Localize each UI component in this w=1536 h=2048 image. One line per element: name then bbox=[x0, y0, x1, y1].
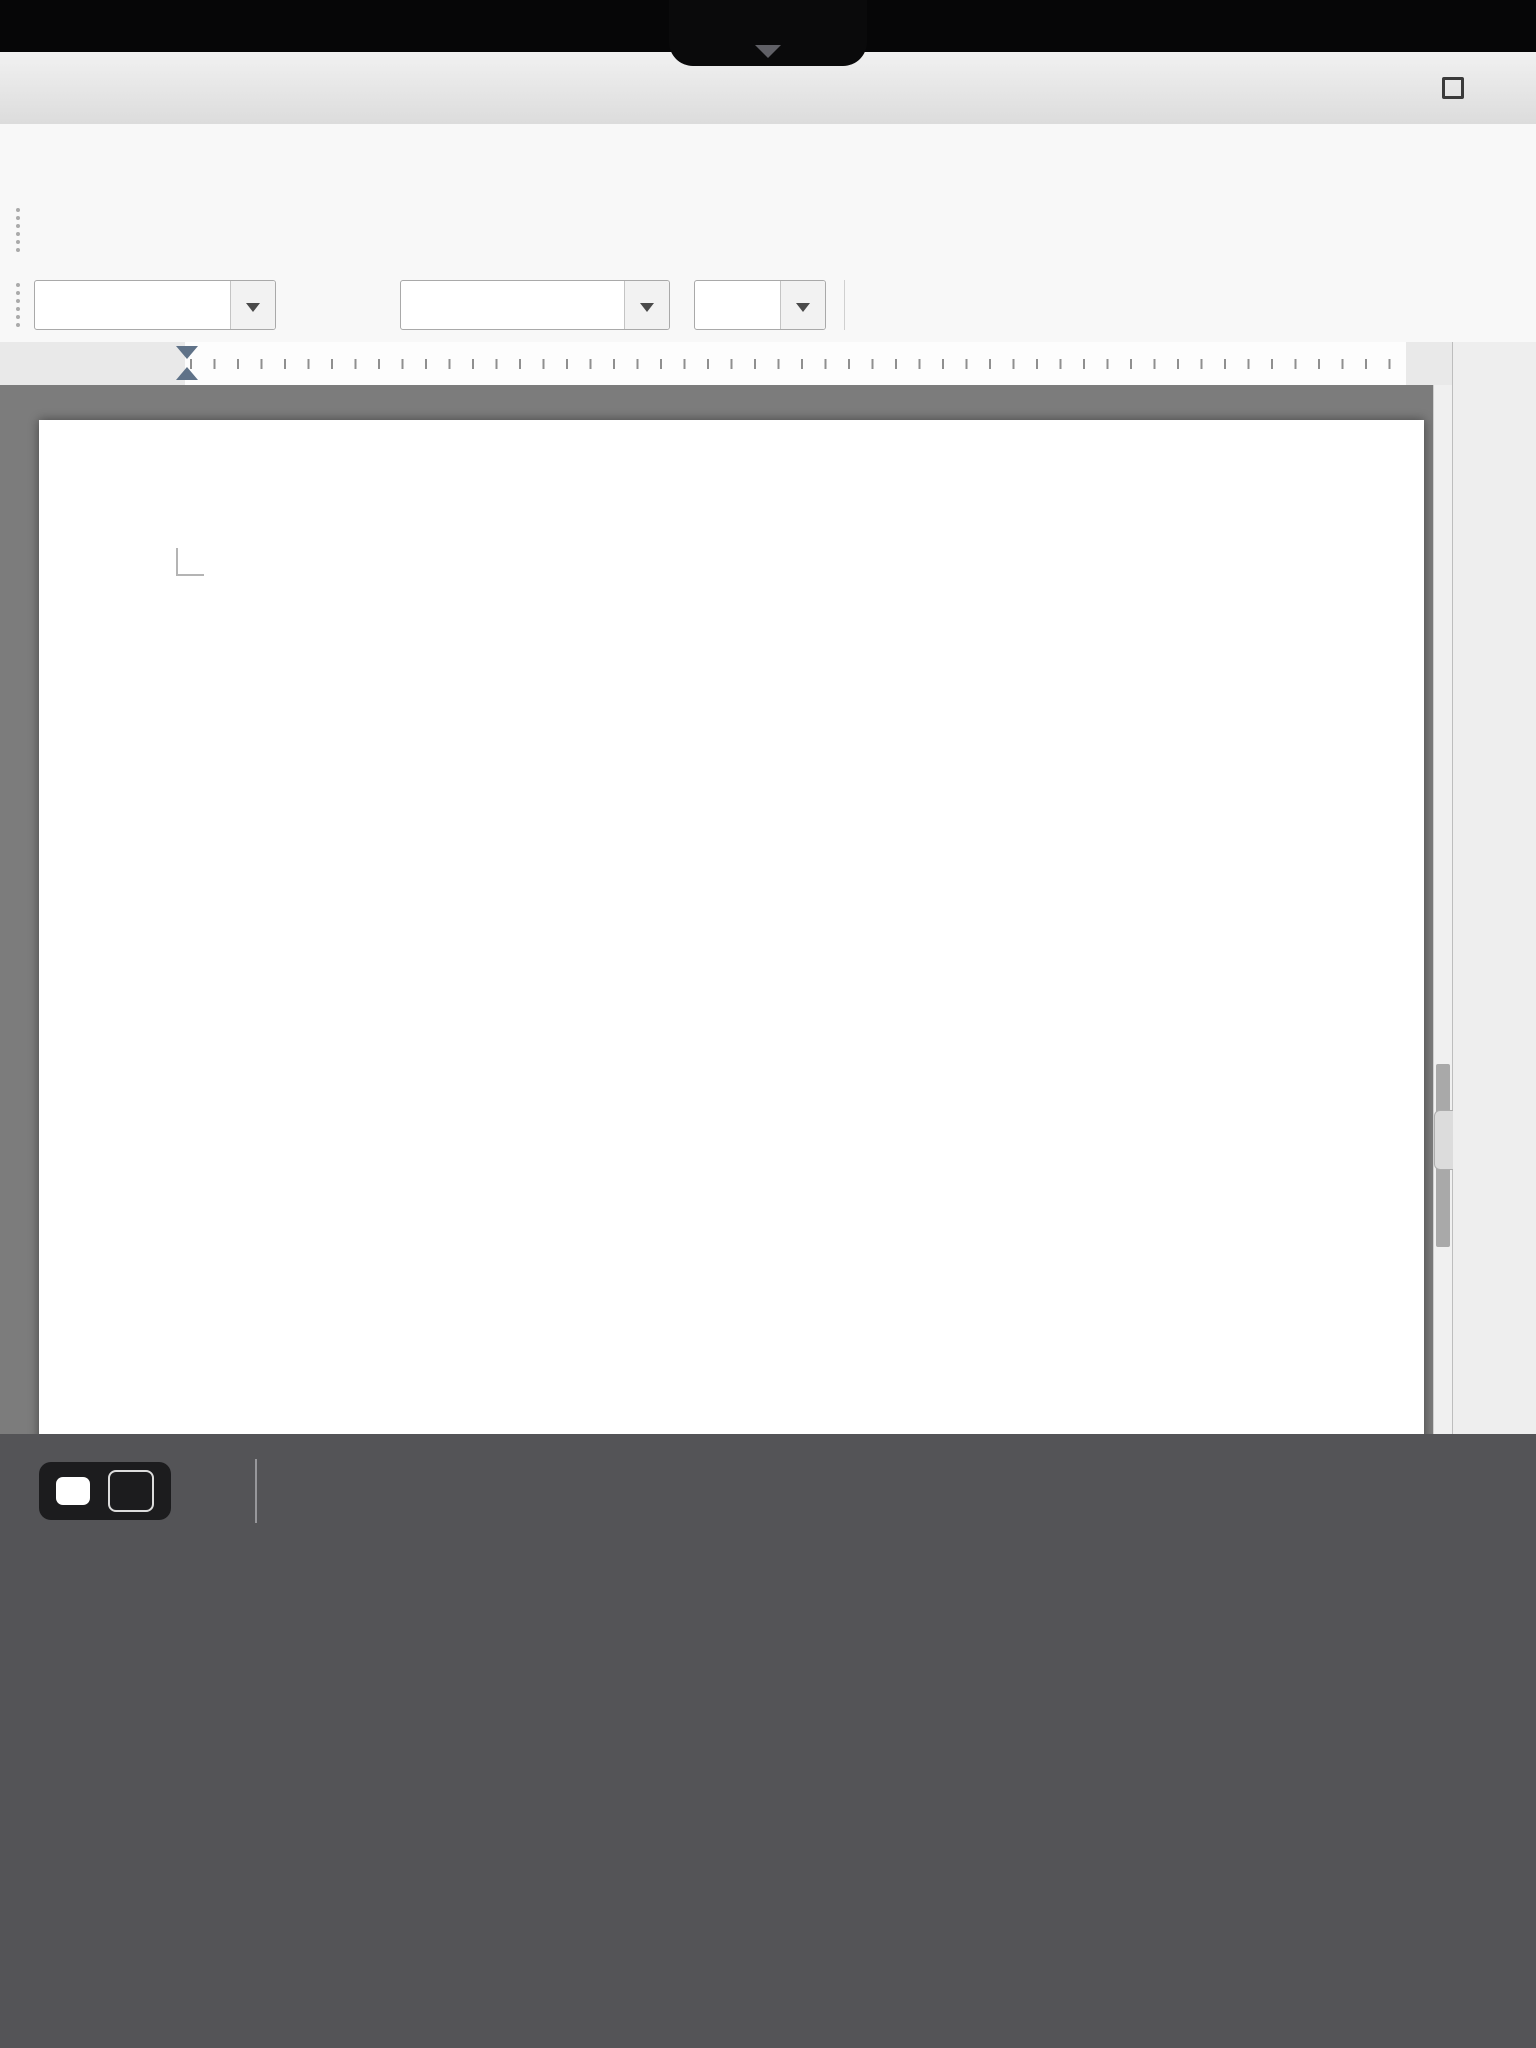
left-indent-marker[interactable] bbox=[176, 367, 198, 380]
chevron-down-icon bbox=[640, 303, 654, 312]
ruler-ticks bbox=[190, 359, 1400, 369]
font-name-combo[interactable] bbox=[400, 280, 670, 330]
update-style-button[interactable] bbox=[286, 277, 338, 333]
virtual-keyboard bbox=[0, 1434, 1536, 2048]
text-boundary-corner bbox=[176, 548, 204, 576]
font-name-dropdown[interactable] bbox=[624, 281, 669, 329]
sidebar-collapse-button[interactable] bbox=[1434, 1110, 1453, 1170]
chevron-down-icon bbox=[246, 303, 260, 312]
keyboard-toggle[interactable] bbox=[39, 1462, 171, 1520]
menubar bbox=[0, 124, 1536, 193]
font-size-combo[interactable] bbox=[694, 280, 826, 330]
text-mode-button[interactable] bbox=[108, 1470, 154, 1512]
pulldown-handle[interactable] bbox=[669, 0, 867, 66]
font-name-value[interactable] bbox=[401, 281, 624, 329]
toolbar-separator bbox=[844, 280, 845, 330]
toolbar-grip[interactable] bbox=[16, 283, 20, 327]
keyboard-accessory-bar bbox=[0, 1434, 1536, 1548]
new-style-button[interactable] bbox=[338, 277, 390, 333]
horizontal-ruler[interactable] bbox=[0, 342, 1452, 386]
toolbar-grip[interactable] bbox=[16, 208, 20, 252]
standard-toolbar bbox=[0, 192, 1536, 269]
document-workarea bbox=[0, 385, 1452, 1434]
font-size-dropdown[interactable] bbox=[780, 281, 825, 329]
screen bbox=[0, 0, 1536, 2048]
paragraph-style-combo[interactable] bbox=[34, 280, 276, 330]
first-line-indent-marker[interactable] bbox=[176, 346, 198, 359]
sidebar bbox=[1452, 342, 1536, 1434]
font-size-value[interactable] bbox=[695, 281, 780, 329]
maximize-button[interactable] bbox=[1442, 77, 1464, 99]
keyboard-mode-icon bbox=[56, 1477, 90, 1505]
chevron-down-icon bbox=[796, 303, 810, 312]
paragraph-style-value[interactable] bbox=[35, 281, 230, 329]
chevron-down-icon bbox=[755, 45, 781, 58]
paragraph-style-dropdown[interactable] bbox=[230, 281, 275, 329]
vertical-scrollbar[interactable] bbox=[1433, 385, 1452, 1434]
formatting-toolbar bbox=[0, 268, 1536, 343]
document-page[interactable] bbox=[39, 420, 1424, 1434]
accessory-divider bbox=[255, 1459, 257, 1523]
